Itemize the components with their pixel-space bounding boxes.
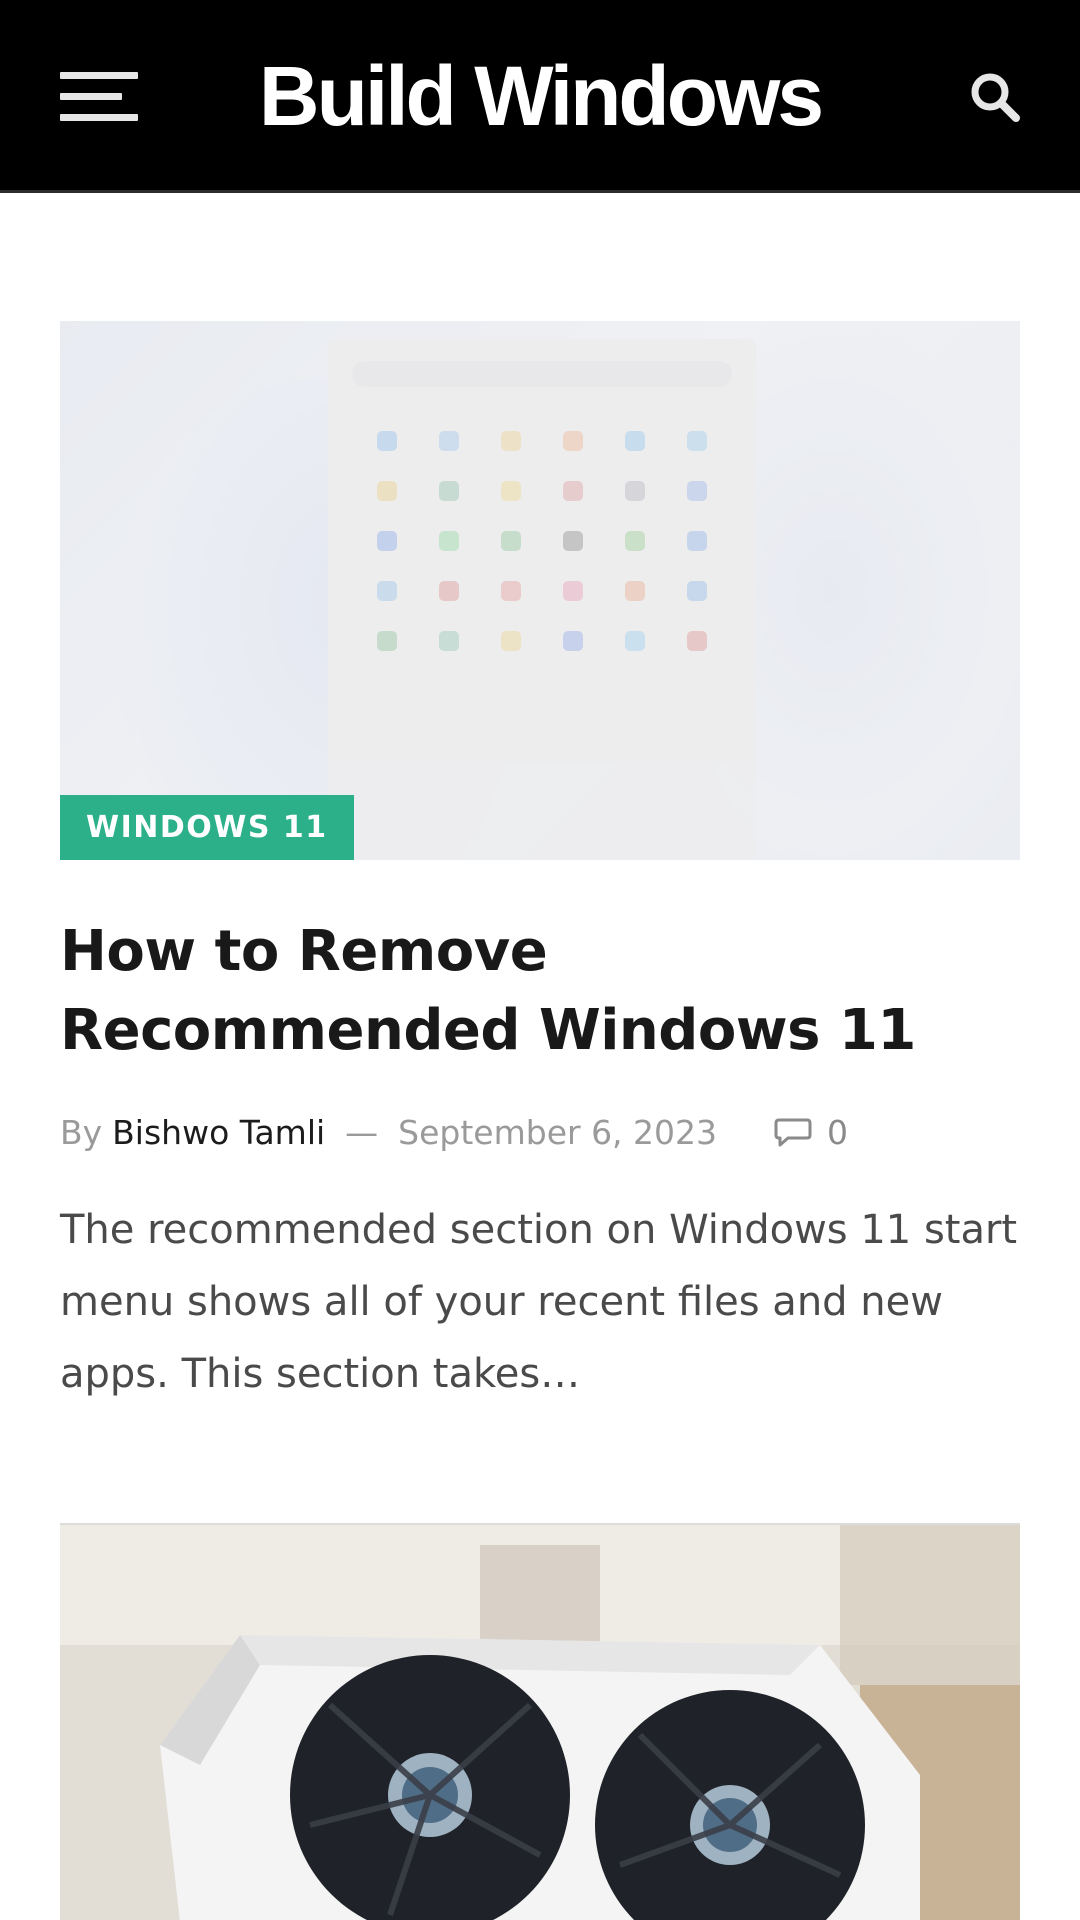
category-badge[interactable]: WINDOWS 11 [60,795,354,860]
site-header: Build Windows [0,0,1080,193]
comment-icon [774,1118,812,1147]
comment-count: 0 [827,1112,849,1152]
search-icon[interactable] [968,70,1022,124]
post-card: WINDOWS 11 How to Remove Recommended Win… [60,321,1020,1410]
by-label: By [60,1112,103,1152]
author-link[interactable]: Bishwo Tamli [112,1113,325,1152]
comments-link[interactable]: 0 [773,1113,848,1152]
graphics-card-photo [60,1525,1020,1920]
post-date: September 6, 2023 [398,1112,718,1152]
site-title[interactable]: Build Windows [0,44,1080,148]
post-excerpt: The recommended section on Windows 11 st… [60,1207,1018,1397]
post-thumbnail[interactable]: WINDOWS 11 [60,321,1020,860]
meta-separator: — [345,1112,379,1152]
post-title[interactable]: How to Remove Recommended Windows 11 [60,912,1020,1070]
post-meta: By Bishwo Tamli — September 6, 2023 0 [60,1110,1020,1154]
post-thumbnail-2[interactable] [60,1523,1020,1920]
